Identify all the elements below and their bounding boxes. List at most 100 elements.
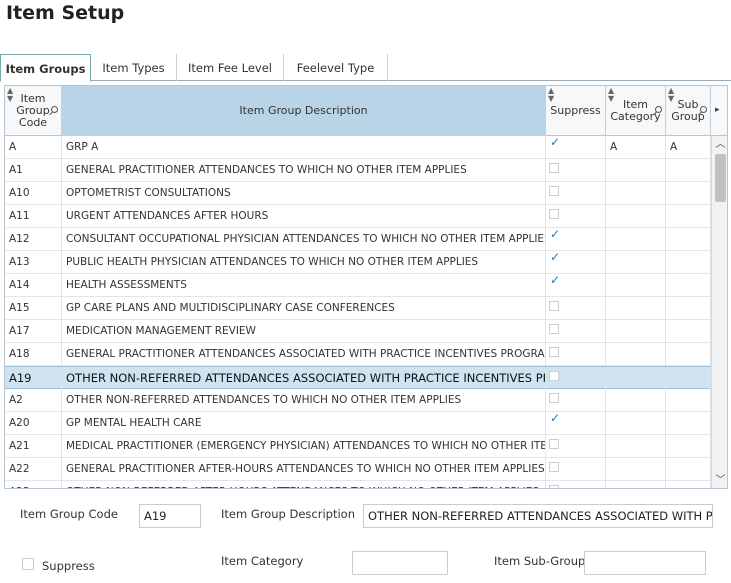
cell-subgroup	[666, 320, 711, 343]
sort-arrows-icon[interactable]: ▲ ▼	[7, 87, 13, 103]
cell-subgroup: A	[666, 136, 711, 159]
item-category-label: Item Category	[221, 554, 304, 568]
suppress-row-checkbox[interactable]	[549, 186, 559, 196]
table-row[interactable]: A10 OPTOMETRIST CONSULTATIONS	[5, 182, 711, 205]
cell-suppress: ✓	[546, 228, 606, 251]
table-row-selected[interactable]: A19 OTHER NON-REFERRED ATTENDANCES ASSOCI…	[5, 366, 711, 390]
table-row[interactable]: A11 URGENT ATTENDANCES AFTER HOURS	[5, 205, 711, 228]
checkmark-icon[interactable]: ✓	[550, 228, 560, 240]
item-sub-group-field[interactable]	[584, 551, 706, 575]
cell-suppress: ✓	[546, 136, 606, 159]
suppress-row-checkbox[interactable]	[549, 439, 559, 449]
cell-description: GP MENTAL HEALTH CARE	[62, 412, 546, 435]
chevron-right-icon[interactable]: ▸	[715, 105, 720, 115]
tab-item-groups[interactable]: Item Groups	[0, 54, 91, 82]
column-header-subgroup[interactable]: ▲ ▼ Sub Group	[666, 86, 711, 136]
vertical-scrollbar[interactable]: ︿ ﹀	[711, 136, 727, 488]
column-header-description[interactable]: Item Group Description	[62, 86, 546, 136]
cell-suppress: ✓	[546, 251, 606, 274]
cell-code: A10	[5, 182, 62, 205]
cell-subgroup	[666, 481, 711, 488]
table-row[interactable]: A2 OTHER NON-REFERRED ATTENDANCES TO WHIC…	[5, 389, 711, 412]
checkmark-icon[interactable]: ✓	[550, 412, 560, 424]
cell-code: A	[5, 136, 62, 159]
cell-suppress	[546, 458, 606, 481]
cell-category	[606, 159, 666, 182]
table-row[interactable]: A22 GENERAL PRACTITIONER AFTER-HOURS ATTE…	[5, 458, 711, 481]
cell-description: GENERAL PRACTITIONER ATTENDANCES ASSOCIA…	[62, 343, 546, 366]
cell-subgroup	[666, 251, 711, 274]
table-row[interactable]: A GRP A ✓ A A	[5, 136, 711, 159]
table-row[interactable]: A12 CONSULTANT OCCUPATIONAL PHYSICIAN ATT…	[5, 228, 711, 251]
table-row[interactable]: A18 GENERAL PRACTITIONER ATTENDANCES ASSO…	[5, 343, 711, 366]
cell-code: A1	[5, 159, 62, 182]
cell-code: A12	[5, 228, 62, 251]
item-category-field[interactable]	[352, 551, 448, 575]
tab-bar: Item Groups Item Types Item Fee Level Fe…	[0, 54, 731, 82]
suppress-row-checkbox[interactable]	[549, 209, 559, 219]
suppress-row-checkbox[interactable]	[549, 485, 559, 488]
column-header-code[interactable]: ▲ ▼ Item Group Code	[5, 86, 62, 136]
cell-subgroup	[666, 205, 711, 228]
item-group-code-field[interactable]: A19	[139, 504, 201, 528]
table-row[interactable]: A15 GP CARE PLANS AND MULTIDISCIPLINARY C…	[5, 297, 711, 320]
cell-suppress: ✓	[546, 274, 606, 297]
table-row[interactable]: A14 HEALTH ASSESSMENTS ✓	[5, 274, 711, 297]
column-header-category[interactable]: ▲ ▼ Item Category	[606, 86, 666, 136]
cell-code: A14	[5, 274, 62, 297]
cell-suppress	[546, 297, 606, 320]
cell-code: A15	[5, 297, 62, 320]
scrollbar-thumb[interactable]	[715, 154, 726, 202]
cell-category	[606, 435, 666, 458]
suppress-row-checkbox[interactable]	[549, 163, 559, 173]
cell-category	[606, 367, 666, 390]
checkmark-icon[interactable]: ✓	[550, 136, 560, 148]
cell-description: GENERAL PRACTITIONER AFTER-HOURS ATTENDA…	[62, 458, 546, 481]
magnifier-icon[interactable]	[51, 106, 58, 113]
checkmark-icon[interactable]: ✓	[550, 274, 560, 286]
table-row[interactable]: A20 GP MENTAL HEALTH CARE ✓	[5, 412, 711, 435]
sort-arrows-icon[interactable]: ▲ ▼	[608, 87, 614, 103]
suppress-row-checkbox[interactable]	[549, 371, 559, 381]
suppress-row-checkbox[interactable]	[549, 301, 559, 311]
magnifier-icon[interactable]	[655, 106, 662, 113]
cell-code: A20	[5, 412, 62, 435]
cell-subgroup	[666, 182, 711, 205]
item-group-description-label: Item Group Description	[221, 507, 355, 521]
column-header-suppress[interactable]: ▲ ▼ Suppress	[546, 86, 606, 136]
suppress-checkbox[interactable]	[22, 558, 34, 570]
cell-subgroup	[666, 159, 711, 182]
table-row[interactable]: A21 MEDICAL PRACTITIONER (EMERGENCY PHYSI…	[5, 435, 711, 458]
suppress-row-checkbox[interactable]	[549, 324, 559, 334]
sort-arrows-icon[interactable]: ▲ ▼	[548, 87, 554, 103]
cell-code: A23	[5, 481, 62, 488]
cell-category	[606, 205, 666, 228]
table-row[interactable]: A13 PUBLIC HEALTH PHYSICIAN ATTENDANCES T…	[5, 251, 711, 274]
cell-description: URGENT ATTENDANCES AFTER HOURS	[62, 205, 546, 228]
tab-item-fee-level[interactable]: Item Fee Level	[177, 54, 284, 81]
cell-category	[606, 274, 666, 297]
suppress-row-checkbox[interactable]	[549, 462, 559, 472]
tab-item-types[interactable]: Item Types	[91, 54, 177, 81]
table-row[interactable]: A17 MEDICATION MANAGEMENT REVIEW	[5, 320, 711, 343]
magnifier-icon[interactable]	[700, 106, 707, 113]
cell-category	[606, 297, 666, 320]
tab-feelevel-type[interactable]: Feelevel Type	[284, 54, 388, 81]
cell-description: HEALTH ASSESSMENTS	[62, 274, 546, 297]
cell-code: A22	[5, 458, 62, 481]
cell-description: GENERAL PRACTITIONER ATTENDANCES TO WHIC…	[62, 159, 546, 182]
checkmark-icon[interactable]: ✓	[550, 251, 560, 263]
table-row[interactable]: A1 GENERAL PRACTITIONER ATTENDANCES TO WH…	[5, 159, 711, 182]
item-sub-group-label: Item Sub-Group	[494, 554, 586, 568]
cell-category	[606, 481, 666, 488]
cell-suppress	[546, 159, 606, 182]
chevron-up-icon[interactable]: ︿	[712, 138, 727, 152]
suppress-row-checkbox[interactable]	[549, 393, 559, 403]
cell-code: A21	[5, 435, 62, 458]
item-group-description-field[interactable]: OTHER NON-REFERRED ATTENDANCES ASSOCIATE…	[363, 504, 713, 528]
cell-description: OTHER NON-REFERRED ATTENDANCES ASSOCIATE…	[62, 367, 546, 390]
sort-arrows-icon[interactable]: ▲ ▼	[668, 87, 674, 103]
table-row[interactable]: A23OTHER NON-REFERRED AFTER-HOURS ATTEND…	[5, 481, 711, 488]
suppress-row-checkbox[interactable]	[549, 347, 559, 357]
chevron-down-icon[interactable]: ﹀	[712, 474, 727, 488]
